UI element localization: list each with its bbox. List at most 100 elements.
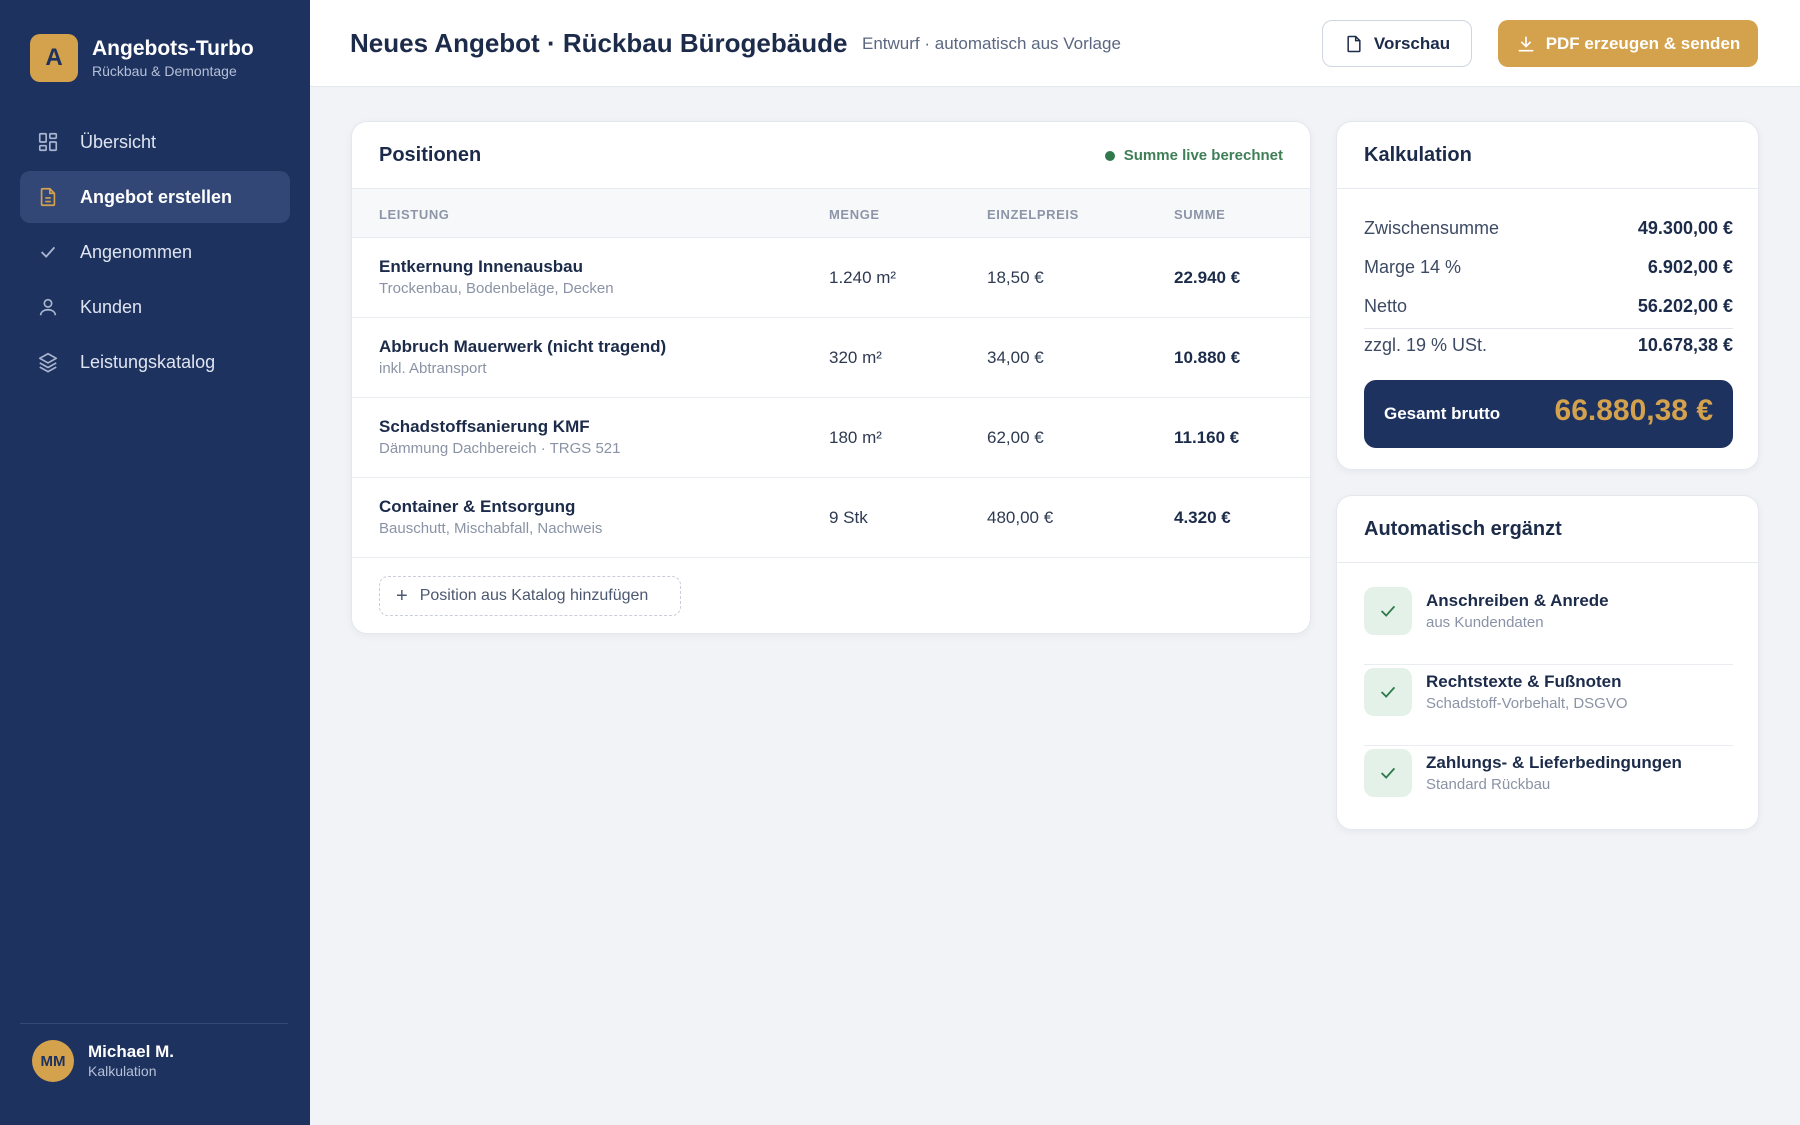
auto-added-list: Anschreiben & Anrede aus Kundendaten Rec… (1364, 584, 1733, 827)
calc-label: Zwischensumme (1364, 218, 1500, 238)
sidebar-item-label: Übersicht (80, 131, 157, 152)
divider (1364, 328, 1733, 329)
table-row[interactable]: Entkernung Innenausbau Trockenbau, Boden… (352, 238, 1310, 318)
list-item[interactable]: Anschreiben & Anrede aus Kundendaten (1364, 584, 1733, 665)
sidebar-item-label: Angebot erstellen (80, 186, 233, 207)
user-role: Kalkulation (88, 1063, 157, 1079)
page-header: Neues Angebot · Rückbau Bürogebäude Entw… (310, 0, 1800, 87)
generate-pdf-button[interactable]: PDF erzeugen & senden (1498, 20, 1758, 67)
calc-value: 10.678,38 € (1637, 335, 1733, 355)
calc-row-subtotal: Zwischensumme 49.300,00 € (1364, 210, 1733, 249)
layers-icon (36, 350, 60, 374)
user-name: Michael M. (88, 1042, 174, 1061)
brand-name: Angebots-Turbo (92, 37, 254, 60)
total-box: Gesamt brutto 66.880,38 € (1364, 380, 1733, 448)
position-unit-price: 62,00 € (987, 428, 1044, 447)
positions-table: Entkernung Innenausbau Trockenbau, Boden… (352, 238, 1310, 558)
position-description: inkl. Abtransport (379, 360, 487, 377)
calc-row-margin: Marge 14 % 6.902,00 € (1364, 249, 1733, 288)
position-name: Entkernung Innenausbau (379, 257, 584, 276)
positions-card: Positionen Summe live berechnet LEISTUNG… (351, 121, 1311, 634)
preview-button-label: Vorschau (1373, 33, 1451, 53)
sidebar-item-angebot-erstellen[interactable]: Angebot erstellen (20, 171, 290, 223)
page-title: Neues Angebot · Rückbau Bürogebäude (350, 28, 848, 58)
position-description: Bauschutt, Mischabfall, Nachweis (379, 520, 603, 537)
auto-item-subtitle: Schadstoff-Vorbehalt, DSGVO (1426, 695, 1628, 712)
position-quantity: 180 m² (829, 428, 882, 447)
add-position-button[interactable]: + Position aus Katalog hinzufügen (379, 576, 681, 616)
sidebar-item-label: Angenommen (80, 241, 193, 262)
table-header: LEISTUNG MENGE EINZELPREIS SUMME (352, 189, 1310, 238)
auto-item-title: Anschreiben & Anrede (1426, 591, 1609, 610)
table-row[interactable]: Abbruch Mauerwerk (nicht tragend) inkl. … (352, 318, 1310, 398)
calc-label: Marge 14 % (1364, 257, 1462, 277)
position-description: Trockenbau, Bodenbeläge, Decken (379, 280, 614, 297)
position-unit-price: 34,00 € (987, 348, 1044, 367)
position-sum: 10.880 € (1174, 348, 1241, 367)
calculation-rows: Zwischensumme 49.300,00 € Marge 14 % 6.9… (1364, 210, 1733, 366)
list-item[interactable]: Zahlungs- & Lieferbedingungen Standard R… (1364, 746, 1733, 827)
sidebar: A Angebots-Turbo Rückbau & Demontage Übe… (0, 0, 310, 1125)
table-row[interactable]: Schadstoffsanierung KMF Dämmung Dachbere… (352, 398, 1310, 478)
calc-value: 56.202,00 € (1637, 296, 1733, 316)
user-profile[interactable]: MM Michael M. Kalkulation (32, 1040, 174, 1082)
sidebar-nav: Übersicht Angebot erstellen Angenommen K… (20, 116, 290, 391)
position-unit-price: 480,00 € (987, 508, 1054, 527)
auto-item-title: Rechtstexte & Fußnoten (1426, 672, 1622, 691)
position-sum: 11.160 € (1174, 428, 1240, 447)
check-icon (36, 240, 60, 264)
brand[interactable]: A Angebots-Turbo Rückbau & Demontage (30, 34, 254, 82)
sidebar-item-leistungskatalog[interactable]: Leistungskatalog (20, 336, 290, 388)
sidebar-item-uebersicht[interactable]: Übersicht (20, 116, 290, 168)
calc-value: 49.300,00 € (1637, 218, 1733, 238)
calc-value: 6.902,00 € (1647, 257, 1733, 277)
position-unit-price: 18,50 € (987, 268, 1044, 287)
auto-added-card: Automatisch ergänzt Anschreiben & Anrede… (1336, 495, 1759, 830)
position-quantity: 320 m² (829, 348, 882, 367)
page-subtitle: Entwurf · automatisch aus Vorlage (862, 34, 1121, 53)
calculation-card: Kalkulation Zwischensumme 49.300,00 € Ma… (1336, 121, 1759, 470)
live-status: Summe live berechnet (1104, 147, 1283, 164)
file-icon (1347, 35, 1361, 52)
table-row[interactable]: Container & Entsorgung Bauschutt, Mischa… (352, 478, 1310, 558)
auto-item-subtitle: aus Kundendaten (1426, 614, 1544, 631)
position-name: Schadstoffsanierung KMF (379, 417, 590, 436)
sidebar-item-kunden[interactable]: Kunden (20, 281, 290, 333)
auto-item-subtitle: Standard Rückbau (1426, 776, 1551, 793)
sidebar-item-angenommen[interactable]: Angenommen (20, 226, 290, 278)
sidebar-item-label: Kunden (80, 296, 143, 317)
preview-button[interactable]: Vorschau (1322, 20, 1472, 67)
total-label: Gesamt brutto (1384, 404, 1501, 423)
download-icon (1518, 36, 1534, 52)
calculation-title: Kalkulation (1364, 144, 1472, 166)
divider (1337, 562, 1758, 563)
plus-icon: + (396, 585, 408, 607)
add-position-label: Position aus Katalog hinzufügen (419, 587, 649, 604)
position-sum: 4.320 € (1174, 508, 1231, 527)
total-value: 66.880,38 € (1554, 394, 1713, 427)
avatar: MM (32, 1040, 74, 1082)
check-icon (1364, 749, 1412, 797)
check-icon (1364, 668, 1412, 716)
position-name: Container & Entsorgung (379, 497, 576, 516)
position-quantity: 9 Stk (829, 508, 868, 527)
check-icon (1364, 587, 1412, 635)
calc-label: zzgl. 19 % USt. (1364, 335, 1488, 355)
column-header-quantity: MENGE (829, 207, 880, 222)
grid-icon (36, 130, 60, 154)
column-header-unit-price: EINZELPREIS (987, 207, 1079, 222)
brand-logo: A (30, 34, 78, 82)
generate-pdf-button-label: PDF erzeugen & senden (1545, 33, 1741, 53)
list-item[interactable]: Rechtstexte & Fußnoten Schadstoff-Vorbeh… (1364, 665, 1733, 746)
calc-row-net: Netto 56.202,00 € (1364, 288, 1733, 327)
document-icon (36, 185, 60, 209)
brand-subtitle: Rückbau & Demontage (92, 63, 237, 79)
divider (1337, 188, 1758, 189)
calc-label: Netto (1364, 296, 1408, 316)
position-sum: 22.940 € (1174, 268, 1241, 287)
user-icon (36, 295, 60, 319)
calc-row-vat: zzgl. 19 % USt. 10.678,38 € (1364, 327, 1733, 366)
sidebar-divider (20, 1023, 288, 1024)
positions-title: Positionen (379, 144, 482, 166)
auto-item-title: Zahlungs- & Lieferbedingungen (1426, 753, 1682, 772)
